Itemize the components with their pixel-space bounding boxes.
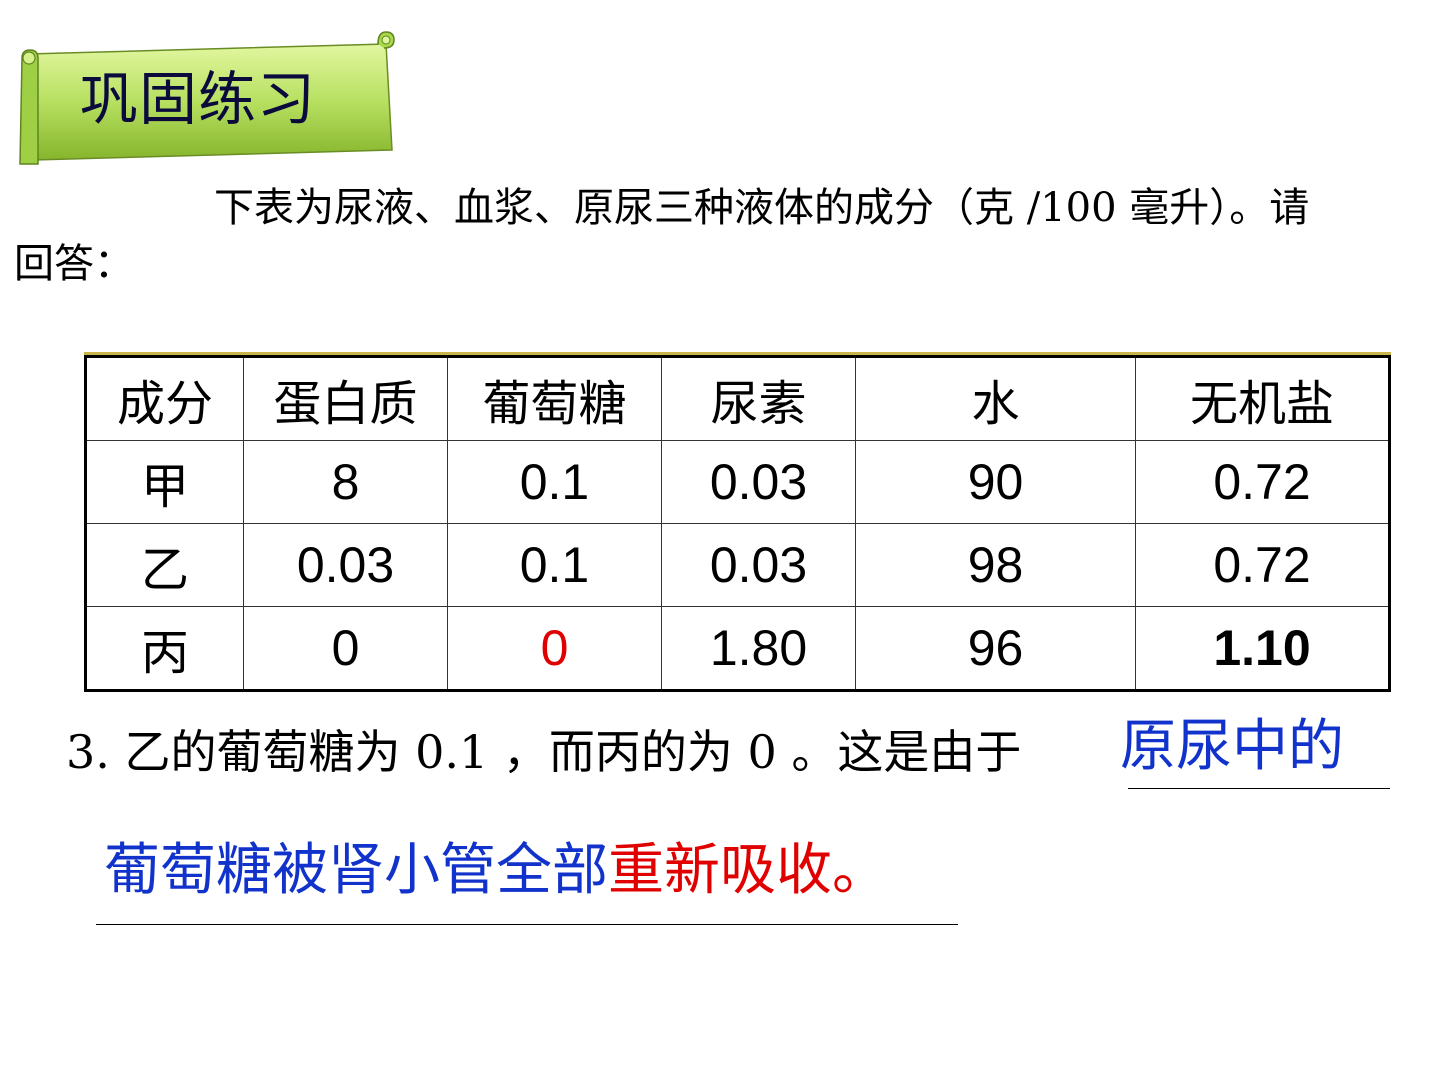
table-cell: 90 <box>855 440 1136 524</box>
table-cell: 96 <box>855 606 1136 691</box>
table-cell: 0.1 <box>447 440 662 524</box>
answer-text-red: 重新吸收。 <box>608 838 888 903</box>
table-row: 甲 8 0.1 0.03 90 0.72 <box>85 440 1390 524</box>
header-cell-component: 成分 <box>85 356 244 441</box>
table-cell: 0.03 <box>661 523 856 607</box>
row-label: 乙 <box>85 523 244 607</box>
intro-paragraph: 下表为尿液、血浆、原尿三种液体的成分（克 /100 毫升）。请回答： <box>14 180 1344 292</box>
table-cell: 0.03 <box>243 523 448 607</box>
row-label: 甲 <box>85 440 244 524</box>
intro-text: 下表为尿液、血浆、原尿三种液体的成分（克 /100 毫升）。请回答： <box>14 185 1310 287</box>
table-header-row: 成分 蛋白质 葡萄糖 尿素 水 无机盐 <box>85 356 1390 441</box>
table-cell: 0.72 <box>1135 523 1390 607</box>
answer-blank-line <box>1128 788 1390 789</box>
answer-text-blue: 葡萄糖被肾小管全部 <box>104 838 608 903</box>
table-cell: 98 <box>855 523 1136 607</box>
composition-table: 成分 蛋白质 葡萄糖 尿素 水 无机盐 甲 8 0.1 0.03 90 0.72… <box>84 355 1391 692</box>
table-cell: 0.1 <box>447 523 662 607</box>
table-cell-highlight: 0 <box>447 606 662 691</box>
header-cell-glucose: 葡萄糖 <box>447 356 662 441</box>
table-row: 乙 0.03 0.1 0.03 98 0.72 <box>85 523 1390 607</box>
answer-line-2: 葡萄糖被肾小管全部重新吸收。 <box>104 836 888 906</box>
table-cell: 1.80 <box>661 606 856 691</box>
answer-blank-line <box>96 924 958 925</box>
table-cell: 8 <box>243 440 448 524</box>
row-label: 丙 <box>85 606 244 691</box>
table-cell-bold: 1.10 <box>1135 606 1390 691</box>
table-cell: 0 <box>243 606 448 691</box>
table-cell: 0.03 <box>661 440 856 524</box>
header-cell-urea: 尿素 <box>661 356 856 441</box>
header-cell-water: 水 <box>855 356 1136 441</box>
table-row: 丙 0 0 1.80 96 1.10 <box>85 606 1390 691</box>
question-text: 3. 乙的葡萄糖为 0.1 ，而丙的为 0 。这是由于 <box>66 725 1022 779</box>
title-banner: 巩固练习 <box>12 26 396 168</box>
answer-line-1: 原尿中的 <box>1120 714 1344 779</box>
header-cell-protein: 蛋白质 <box>243 356 448 441</box>
table-cell: 0.72 <box>1135 440 1390 524</box>
banner-title: 巩固练习 <box>80 65 317 133</box>
header-cell-inorganic-salt: 无机盐 <box>1135 356 1390 441</box>
